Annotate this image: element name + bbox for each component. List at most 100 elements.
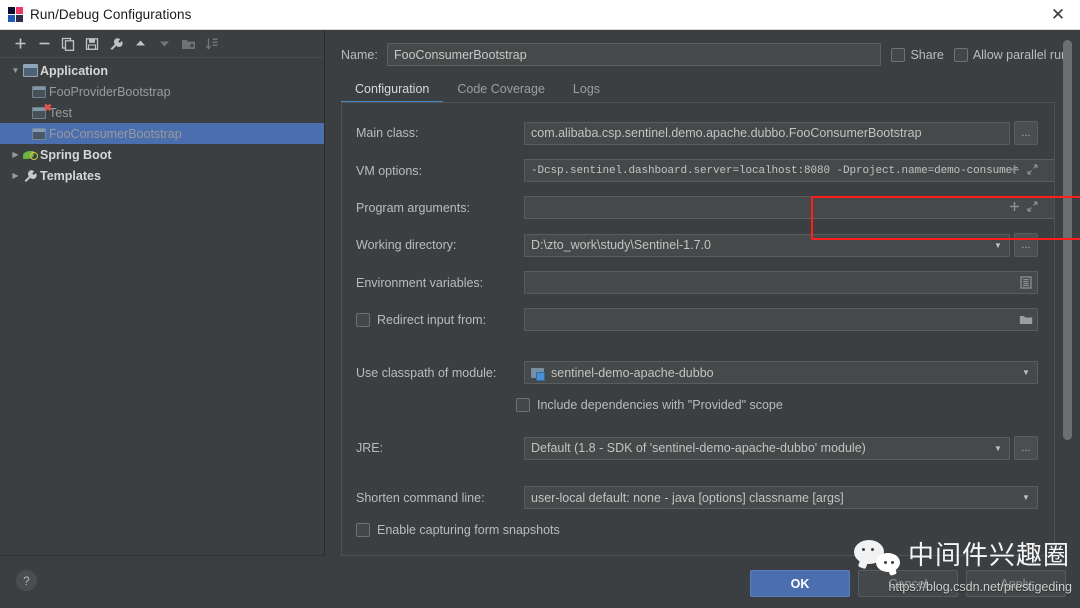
tree-item-label: Spring Boot: [40, 147, 112, 162]
chevron-right-icon[interactable]: ▶: [8, 171, 23, 180]
checkbox-box[interactable]: [953, 47, 968, 62]
tree-item-label: Test: [49, 105, 72, 120]
chevron-down-icon[interactable]: ▼: [8, 66, 23, 75]
tab-code-coverage[interactable]: Code Coverage: [443, 78, 559, 103]
title-bar: Run/Debug Configurations ✕: [0, 0, 1080, 30]
jre-row: JRE: Default (1.8 - SDK of 'sentinel-dem…: [356, 436, 1038, 460]
configuration-editor-panel: Name: Share Allow parallel run Configura…: [325, 30, 1080, 556]
main-class-field[interactable]: com.alibaba.csp.sentinel.demo.apache.dub…: [524, 121, 1010, 145]
shorten-command-line-control: user-local default: none - java [options…: [524, 486, 1038, 509]
configurations-tree[interactable]: ▼ Application FooProviderBootstrap ✖ Tes…: [0, 57, 324, 556]
apply-button[interactable]: Apply: [966, 570, 1066, 597]
environment-variables-row: Environment variables:: [356, 271, 1038, 294]
allow-parallel-run-checkbox[interactable]: Allow parallel run: [953, 47, 1068, 62]
chevron-down-icon[interactable]: ▼: [989, 241, 1007, 250]
working-directory-value: D:\zto_work\study\Sentinel-1.7.0: [531, 238, 711, 252]
window-title: Run/Debug Configurations: [30, 7, 192, 22]
remove-configuration-button[interactable]: [33, 33, 55, 55]
shorten-command-line-field[interactable]: user-local default: none - java [options…: [524, 486, 1038, 509]
share-checkbox[interactable]: Share: [891, 47, 944, 62]
vm-options-field-wrap: -Dcsp.sentinel.dashboard.server=localhos…: [524, 159, 1054, 182]
program-arguments-inline-actions: [1009, 200, 1038, 215]
enable-form-snapshots-checkbox[interactable]: Enable capturing form snapshots: [356, 523, 1038, 537]
program-arguments-control: [524, 196, 1054, 219]
checkbox-box[interactable]: [891, 47, 906, 62]
form-vertical-scrollbar[interactable]: [1063, 40, 1072, 440]
program-arguments-row: Program arguments:: [356, 196, 1054, 219]
jre-control: Default (1.8 - SDK of 'sentinel-demo-apa…: [524, 436, 1038, 460]
checkbox-box[interactable]: [356, 523, 370, 537]
main-class-control: com.alibaba.csp.sentinel.demo.apache.dub…: [524, 121, 1038, 145]
tree-item-label: Templates: [40, 168, 101, 183]
tree-item-fooproviderbootstrap[interactable]: FooProviderBootstrap: [0, 81, 324, 102]
share-label: Share: [910, 47, 944, 62]
jre-label: JRE:: [356, 441, 384, 455]
move-up-button[interactable]: [129, 33, 151, 55]
sort-configurations-button[interactable]: [201, 33, 223, 55]
jre-browse-button[interactable]: ...: [1014, 436, 1038, 460]
tab-configuration[interactable]: Configuration: [341, 78, 444, 103]
insert-macro-icon[interactable]: [1009, 164, 1020, 178]
environment-variables-field[interactable]: [524, 271, 1038, 294]
redirect-input-control: [524, 308, 1038, 331]
include-provided-scope-checkbox[interactable]: Include dependencies with "Provided" sco…: [516, 398, 1038, 412]
expand-editor-icon[interactable]: [1027, 163, 1038, 178]
checkbox-box[interactable]: [356, 312, 370, 327]
vm-options-row: VM options: -Dcsp.sentinel.dashboard.ser…: [356, 159, 1054, 182]
shorten-command-line-label: Shorten command line:: [356, 490, 485, 505]
cancel-button[interactable]: Cancel: [858, 570, 958, 597]
configuration-form: Main class: com.alibaba.csp.sentinel.dem…: [341, 103, 1055, 556]
chevron-down-icon[interactable]: ▼: [989, 444, 1007, 453]
configurations-toolbar: [0, 30, 324, 57]
program-arguments-field[interactable]: [524, 196, 1054, 219]
form-gap: [356, 345, 1038, 361]
use-classpath-row: Use classpath of module: sentinel-demo-a…: [356, 361, 1038, 384]
insert-macro-icon[interactable]: [1009, 201, 1020, 215]
tree-item-fooconsumerbootstrap[interactable]: FooConsumerBootstrap: [0, 123, 324, 144]
tree-item-templates[interactable]: ▶ Templates: [0, 165, 324, 186]
run-debug-configurations-dialog: Run/Debug Configurations ✕ ▼ Application…: [0, 0, 1080, 608]
add-configuration-button[interactable]: [9, 33, 31, 55]
dialog-body: ▼ Application FooProviderBootstrap ✖ Tes…: [0, 30, 1080, 556]
scrollbar-thumb[interactable]: [1063, 40, 1072, 440]
application-error-icon: ✖: [32, 103, 52, 119]
vm-options-field[interactable]: -Dcsp.sentinel.dashboard.server=localhos…: [524, 159, 1054, 182]
chevron-right-icon[interactable]: ▶: [8, 150, 23, 159]
ok-button[interactable]: OK: [750, 570, 850, 597]
dialog-footer: ? OK Cancel Apply: [0, 556, 1080, 608]
working-directory-field[interactable]: D:\zto_work\study\Sentinel-1.7.0 ▼: [524, 233, 1010, 257]
application-icon: [32, 85, 49, 98]
close-icon[interactable]: ✕: [1042, 1, 1074, 28]
folder-icon[interactable]: [1017, 314, 1035, 326]
move-down-button[interactable]: [153, 33, 175, 55]
environment-variables-control: [524, 271, 1038, 294]
use-classpath-field[interactable]: sentinel-demo-apache-dubbo ▼: [524, 361, 1038, 384]
shorten-command-line-row: Shorten command line: user-local default…: [356, 486, 1038, 509]
jre-field[interactable]: Default (1.8 - SDK of 'sentinel-demo-apa…: [524, 436, 1010, 460]
main-class-label: Main class:: [356, 126, 419, 140]
application-icon: [32, 127, 49, 140]
tree-item-spring-boot[interactable]: ▶ Spring Boot: [0, 144, 324, 165]
save-configuration-button[interactable]: [81, 33, 103, 55]
chevron-down-icon[interactable]: ▼: [1017, 493, 1035, 502]
edit-templates-button[interactable]: [105, 33, 127, 55]
spring-boot-icon: [23, 148, 40, 161]
module-icon: [531, 367, 545, 381]
working-directory-browse-button[interactable]: ...: [1014, 233, 1038, 257]
tab-logs[interactable]: Logs: [559, 78, 614, 103]
create-folder-button[interactable]: [177, 33, 199, 55]
name-row: Name: Share Allow parallel run: [325, 30, 1080, 66]
tree-item-application[interactable]: ▼ Application: [0, 60, 324, 81]
redirect-input-checkbox[interactable]: Redirect input from:: [356, 312, 524, 327]
env-vars-editor-icon[interactable]: [1017, 276, 1035, 289]
checkbox-box[interactable]: [516, 398, 530, 412]
configuration-name-input[interactable]: [387, 43, 882, 66]
copy-configuration-button[interactable]: [57, 33, 79, 55]
chevron-down-icon[interactable]: ▼: [1017, 368, 1035, 377]
help-button[interactable]: ?: [16, 570, 37, 591]
expand-editor-icon[interactable]: [1027, 200, 1038, 215]
tree-item-test[interactable]: ✖ Test: [0, 102, 324, 123]
main-class-browse-button[interactable]: ...: [1014, 121, 1038, 145]
redirect-input-field[interactable]: [524, 308, 1038, 331]
editor-tabs: Configuration Code Coverage Logs: [325, 66, 1080, 103]
